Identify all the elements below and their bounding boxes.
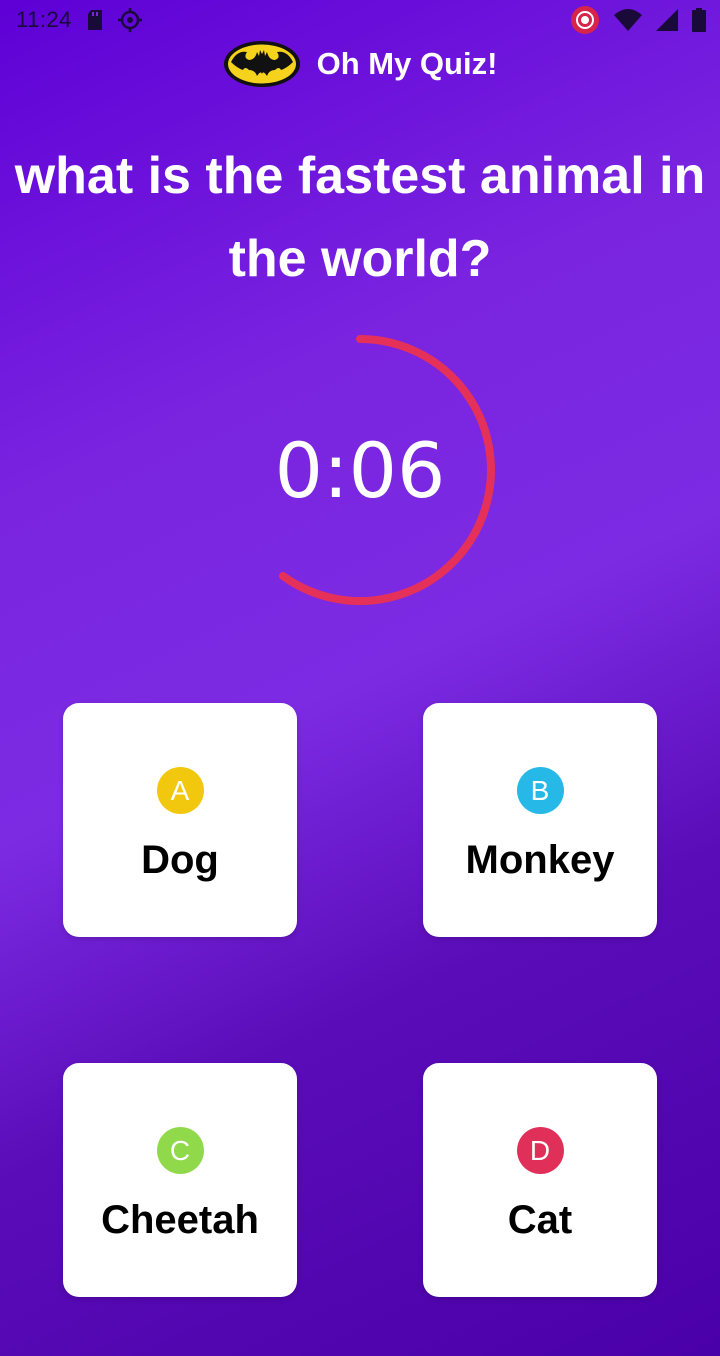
countdown-timer: 0:06 — [225, 335, 495, 605]
status-bar: 11:24 — [0, 0, 720, 40]
answer-badge-a: A — [156, 767, 204, 814]
status-time: 11:24 — [16, 7, 72, 32]
sd-card-icon — [86, 9, 104, 31]
answer-badge-d: D — [516, 1127, 564, 1174]
answer-option-c[interactable]: C Cheetah — [63, 1063, 297, 1297]
signal-icon — [656, 9, 678, 31]
question-text: what is the fastest animal in the world? — [14, 147, 706, 288]
record-icon — [570, 5, 600, 35]
answer-label-c: Cheetah — [101, 1198, 259, 1242]
status-right — [570, 5, 706, 35]
batman-logo-icon — [223, 40, 301, 88]
answer-badge-c: C — [156, 1127, 204, 1174]
answer-option-a[interactable]: A Dog — [63, 703, 297, 937]
answer-label-b: Monkey — [465, 838, 615, 882]
battery-icon — [692, 8, 706, 32]
answer-option-d[interactable]: D Cat — [423, 1063, 657, 1297]
answer-badge-b: B — [516, 767, 564, 814]
answer-option-b[interactable]: B Monkey — [423, 703, 657, 937]
answer-label-a: Dog — [141, 838, 219, 882]
answer-label-d: Cat — [507, 1198, 573, 1242]
app-title: Oh My Quiz! — [316, 46, 498, 81]
wifi-icon — [614, 9, 642, 31]
status-left: 11:24 — [16, 7, 142, 33]
app-header: Oh My Quiz! — [0, 38, 720, 90]
timer-text: 0:06 — [274, 425, 446, 515]
crosshair-icon — [117, 8, 142, 32]
